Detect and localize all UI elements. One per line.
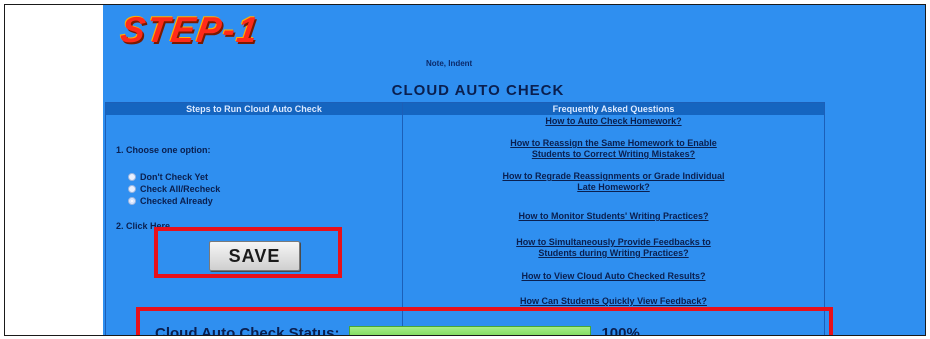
cloud-auto-check-panel: STEP-1 Note, Indent CLOUD AUTO CHECK Ste… (103, 5, 836, 335)
highlight-box-save (154, 227, 342, 278)
option-check-all-recheck[interactable]: Check All/Recheck (128, 184, 220, 194)
main-table: Steps to Run Cloud Auto Check 1. Choose … (105, 102, 825, 335)
faq-link-regrade[interactable]: How to Regrade Reassignments or Grade In… (403, 171, 824, 182)
screenshot-frame: STEP-1 Note, Indent CLOUD AUTO CHECK Ste… (4, 4, 926, 336)
radio-checked-icon[interactable] (128, 197, 136, 205)
faq-link-simultaneous-feedback[interactable]: How to Simultaneously Provide Feedbacks … (403, 237, 824, 248)
faq-link-regrade[interactable]: Late Homework? (403, 182, 824, 193)
steps-header: Steps to Run Cloud Auto Check (106, 103, 402, 115)
left-margin (5, 5, 103, 335)
step-title: STEP-1 (118, 9, 262, 50)
faq-link-view-feedback[interactable]: How Can Students Quickly View Feedback? (403, 296, 824, 307)
right-margin (836, 5, 925, 335)
faq-header: Frequently Asked Questions (403, 103, 824, 115)
faq-link-reassign[interactable]: Students to Correct Writing Mistakes? (403, 149, 824, 160)
radio-icon[interactable] (128, 173, 136, 181)
faq-link-reassign[interactable]: How to Reassign the Same Homework to Ena… (403, 138, 824, 149)
radio-icon[interactable] (128, 185, 136, 193)
option-checked-already[interactable]: Checked Already (128, 196, 213, 206)
highlight-box-status (136, 307, 833, 335)
faq-link-view-results[interactable]: How to View Cloud Auto Checked Results? (403, 271, 824, 282)
step1-label: 1. Choose one option: (116, 145, 211, 155)
subtitle-note: Note, Indent (426, 59, 473, 68)
faq-link-simultaneous-feedback[interactable]: Students during Writing Practices? (403, 248, 824, 259)
steps-column: Steps to Run Cloud Auto Check 1. Choose … (106, 103, 403, 335)
option-label: Don't Check Yet (140, 172, 208, 182)
option-label: Checked Already (140, 196, 213, 206)
faq-link-auto-check[interactable]: How to Auto Check Homework? (403, 116, 824, 127)
faq-link-monitor[interactable]: How to Monitor Students' Writing Practic… (403, 211, 824, 222)
faq-column: Frequently Asked Questions How to Auto C… (403, 103, 824, 335)
option-label: Check All/Recheck (140, 184, 221, 194)
option-dont-check-yet[interactable]: Don't Check Yet (128, 172, 208, 182)
page-title: CLOUD AUTO CHECK (391, 82, 565, 99)
